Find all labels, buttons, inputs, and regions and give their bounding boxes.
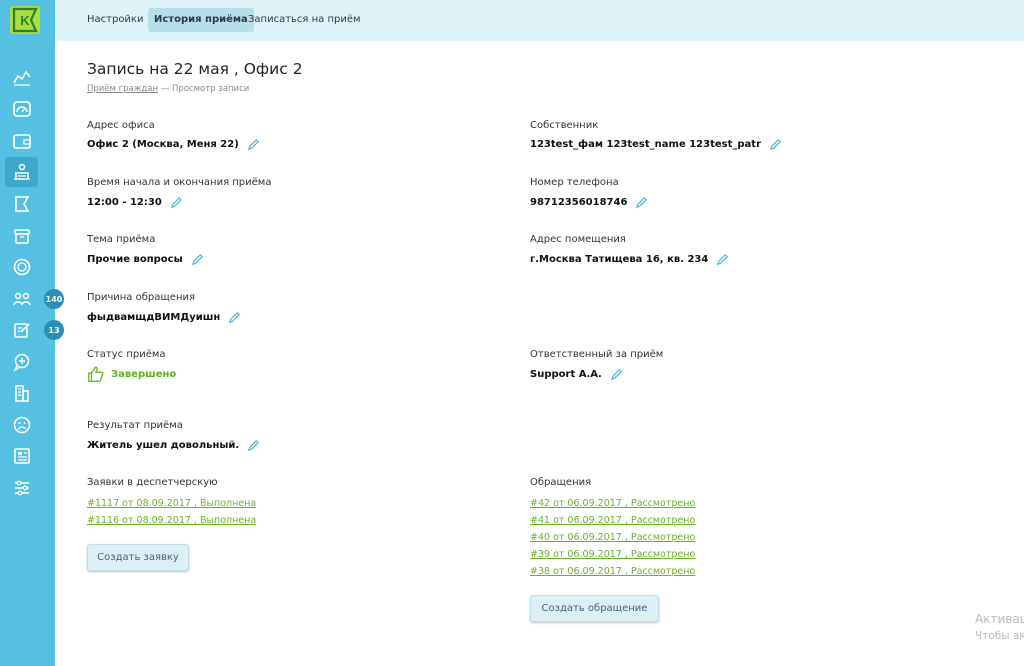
dispatch-label: Заявки в деспетчерскую	[87, 477, 218, 488]
responsible-text: Support А.А.	[530, 369, 602, 380]
sidebar-item-residents[interactable]	[5, 284, 38, 314]
news-icon	[13, 448, 30, 464]
sidebar-item-buildings[interactable]	[5, 378, 38, 408]
result-value: Житель ушел довольный.	[87, 439, 260, 452]
sidebar-item-payments[interactable]	[5, 252, 38, 282]
sidebar-item-dashboard[interactable]	[5, 94, 38, 124]
sidebar-item-news[interactable]	[5, 441, 38, 471]
page-title: Запись на 22 мая , Офис 2	[87, 60, 303, 78]
owner-text: 123test_фам 123test_name 123test_patr	[530, 139, 762, 150]
owner-value: 123test_фам 123test_name 123test_patr	[530, 138, 782, 151]
breadcrumb-link-reception[interactable]: Приём граждан	[87, 84, 158, 94]
sidebar-item-archive[interactable]	[5, 221, 38, 251]
office-address-value: Офис 2 (Москва, Меня 22)	[87, 138, 260, 151]
appeals-label: Обращения	[530, 477, 592, 488]
building-icon	[14, 385, 29, 402]
reception-icon	[13, 163, 30, 180]
status-text: Завершено	[111, 368, 177, 380]
reason-value: фыдвамщдВИМДуишн	[87, 311, 241, 324]
time-value: 12:00 - 12:30	[87, 196, 183, 209]
notes-count-badge: 13	[44, 320, 64, 340]
phone-value: 98712356018746	[530, 196, 648, 209]
sidebar-item-chat[interactable]	[5, 347, 38, 377]
office-address-text: Офис 2 (Москва, Меня 22)	[87, 139, 239, 150]
result-label: Результат приёма	[87, 420, 183, 431]
app-logo[interactable]: K	[10, 6, 40, 34]
status-label: Статус приёма	[87, 349, 166, 360]
premises-address-text: г.Москва Татищева 16, кв. 234	[530, 254, 709, 265]
edit-pencil-icon[interactable]	[716, 253, 729, 266]
sidebar-item-reception[interactable]	[5, 157, 38, 187]
activation-watermark-text: Чтобы акт	[975, 630, 1024, 642]
sad-face-icon	[13, 416, 30, 434]
sidebar-item-wallet[interactable]	[5, 126, 38, 156]
svg-text:K: K	[20, 13, 30, 28]
breadcrumb: Приём граждан — Просмотр записи	[87, 84, 249, 94]
create-appeal-button[interactable]: Создать обращение	[530, 595, 659, 622]
office-address-label: Адрес офиса	[87, 120, 155, 131]
owner-label: Собственник	[530, 120, 599, 131]
activation-watermark-title: Активац	[975, 612, 1024, 626]
phone-label: Номер телефона	[530, 177, 619, 188]
appeal-link[interactable]: #40 от 06.09.2017 , Рассмотрено	[530, 532, 695, 543]
coin-icon	[13, 258, 30, 276]
breadcrumb-separator: —	[158, 84, 172, 94]
dispatch-link[interactable]: #1117 от 08.09.2017 , Выполнена	[87, 498, 256, 509]
appeal-link[interactable]: #41 от 06.09.2017 , Рассмотрено	[530, 515, 695, 526]
tab-book-appointment[interactable]: Записаться на приём	[242, 8, 367, 32]
sliders-icon	[14, 480, 29, 496]
phone-text: 98712356018746	[530, 197, 628, 208]
time-label: Время начала и окончания приёма	[87, 177, 272, 188]
responsible-value: Support А.А.	[530, 368, 623, 381]
tab-settings[interactable]: Настройки	[81, 8, 149, 32]
responsible-label: Ответственный за приём	[530, 349, 664, 360]
chart-icon	[12, 70, 31, 86]
edit-pencil-icon[interactable]	[610, 368, 623, 381]
topic-value: Прочие вопросы	[87, 253, 204, 266]
wallet-icon	[12, 134, 31, 149]
flag-icon	[14, 196, 29, 212]
topic-label: Тема приёма	[87, 234, 156, 245]
sidebar-item-complaints[interactable]	[5, 410, 38, 440]
users-icon	[12, 292, 31, 306]
edit-pencil-icon[interactable]	[247, 138, 260, 151]
reason-label: Причина обращения	[87, 292, 196, 303]
tab-reception-history[interactable]: История приёма	[148, 8, 254, 32]
sidebar-item-flag[interactable]	[5, 189, 38, 219]
appeal-link[interactable]: #39 от 06.09.2017 , Рассмотрено	[530, 549, 695, 560]
edit-pencil-icon[interactable]	[228, 311, 241, 324]
edit-pencil-icon[interactable]	[247, 439, 260, 452]
dispatch-link[interactable]: #1116 от 08.09.2017 , Выполнена	[87, 515, 256, 526]
appeal-link[interactable]: #42 от 06.09.2017 , Рассмотрено	[530, 498, 695, 509]
topic-text: Прочие вопросы	[87, 254, 183, 265]
appeal-link[interactable]: #38 от 06.09.2017 , Рассмотрено	[530, 566, 695, 577]
sidebar-item-notes[interactable]	[5, 315, 38, 345]
reason-text: фыдвамщдВИМДуишн	[87, 312, 221, 323]
archive-icon	[13, 229, 30, 244]
premises-address-label: Адрес помещения	[530, 234, 626, 245]
sidebar-item-settings[interactable]	[5, 473, 38, 503]
time-text: 12:00 - 12:30	[87, 197, 162, 208]
gauge-icon	[12, 101, 31, 117]
edit-pencil-icon[interactable]	[635, 196, 648, 209]
edit-pencil-icon[interactable]	[191, 253, 204, 266]
edit-pencil-icon[interactable]	[170, 196, 183, 209]
edit-note-icon	[13, 323, 30, 338]
status-value: Завершено	[87, 365, 176, 383]
edit-pencil-icon[interactable]	[769, 138, 782, 151]
residents-count-badge: 140	[44, 289, 64, 309]
result-text: Житель ушел довольный.	[87, 440, 240, 451]
premises-address-value: г.Москва Татищева 16, кв. 234	[530, 253, 729, 266]
top-navigation: Настройки История приёма Записаться на п…	[55, 0, 1024, 41]
create-request-button[interactable]: Создать заявку	[87, 544, 189, 571]
breadcrumb-current: Просмотр записи	[171, 84, 250, 94]
sidebar-item-analytics[interactable]	[5, 62, 38, 92]
thumbs-up-icon	[88, 366, 104, 382]
logo-icon: K	[12, 7, 38, 33]
chat-add-icon	[12, 353, 29, 372]
